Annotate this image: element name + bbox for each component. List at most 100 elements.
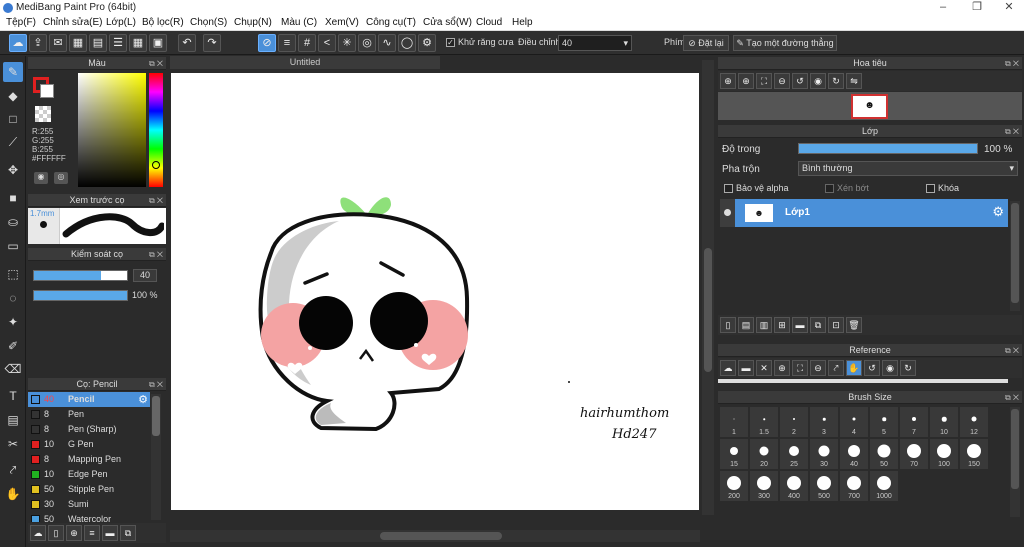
fit-window-icon[interactable]: ⛶ bbox=[756, 73, 772, 89]
brush-new-icon[interactable]: ▯ bbox=[48, 525, 64, 541]
menu-capture[interactable]: Chụp(N) bbox=[234, 17, 272, 28]
eraser-tool-icon[interactable]: ◆ bbox=[3, 86, 23, 106]
cloud-icon[interactable]: ☁ bbox=[9, 34, 27, 52]
bucket-tool-icon[interactable]: ⛀ bbox=[3, 212, 23, 232]
brush-item[interactable]: 8 Pen bbox=[28, 407, 150, 422]
brush-item[interactable]: 10 Edge Pen bbox=[28, 467, 150, 482]
reference-fit-icon[interactable]: ⛶ bbox=[792, 360, 808, 376]
brush-size-cell[interactable]: 2 bbox=[780, 407, 808, 437]
ellipse-snap-icon[interactable]: ◯ bbox=[398, 34, 416, 52]
background-color-swatch[interactable] bbox=[40, 84, 54, 98]
brush-add-icon[interactable]: ⊕ bbox=[66, 525, 82, 541]
minimize-button[interactable]: – bbox=[928, 0, 958, 16]
panel-controls-icon[interactable]: ⧉ ✕ bbox=[149, 378, 163, 391]
brush-size-cell[interactable]: 400 bbox=[780, 471, 808, 501]
brush-item[interactable]: 50 Watercolor bbox=[28, 512, 150, 522]
zoom-fit-icon[interactable]: ⊕ bbox=[738, 73, 754, 89]
rotate-reset-icon[interactable]: ◉ bbox=[810, 73, 826, 89]
brush-cloud-icon[interactable]: ☁ bbox=[30, 525, 46, 541]
brush-item[interactable]: 50 Stipple Pen bbox=[28, 482, 150, 497]
flip-icon[interactable]: ⇋ bbox=[846, 73, 862, 89]
brush-size-value[interactable]: 40 bbox=[133, 269, 157, 282]
restore-button[interactable]: ❐ bbox=[962, 0, 992, 16]
magic-wand-icon[interactable]: ✦ bbox=[3, 312, 23, 332]
panel-controls-icon[interactable]: ⧉ ✕ bbox=[1005, 125, 1019, 138]
select-tool-icon[interactable]: ⬚ bbox=[3, 264, 23, 284]
cross-snap-icon[interactable]: # bbox=[298, 34, 316, 52]
brush-size-cell[interactable]: 20 bbox=[750, 439, 778, 469]
brush-size-cell[interactable]: 15 bbox=[720, 439, 748, 469]
delete-layer-icon[interactable]: 🗑 bbox=[846, 317, 862, 333]
redo-icon[interactable]: ↷ bbox=[203, 34, 221, 52]
new-layer-1bit-icon[interactable]: ▥ bbox=[756, 317, 772, 333]
merge-layer-icon[interactable]: ⊡ bbox=[828, 317, 844, 333]
brush-size-cell[interactable]: 700 bbox=[840, 471, 868, 501]
rotate-right-icon[interactable]: ↻ bbox=[828, 73, 844, 89]
divide-tool-icon[interactable]: ✂ bbox=[3, 434, 23, 454]
panel-controls-icon[interactable]: ⧉ ✕ bbox=[149, 248, 163, 261]
curve-snap-icon[interactable]: ∿ bbox=[378, 34, 396, 52]
move-tool-icon[interactable]: ✥ bbox=[3, 160, 23, 180]
brush-size-cell[interactable]: 1000 bbox=[870, 471, 898, 501]
canvas-hscrollbar[interactable] bbox=[170, 530, 700, 542]
reference-rotate-right-icon[interactable]: ↻ bbox=[900, 360, 916, 376]
brush-item[interactable]: 8 Pen (Sharp) bbox=[28, 422, 150, 437]
brush-size-cell[interactable]: 12 bbox=[960, 407, 988, 437]
lock-checkbox[interactable]: Khóa bbox=[926, 183, 959, 194]
brush-size-cell[interactable]: 10 bbox=[930, 407, 958, 437]
reference-close-icon[interactable]: ✕ bbox=[756, 360, 772, 376]
brush-size-cell[interactable]: 5 bbox=[870, 407, 898, 437]
navigator-preview[interactable]: ☻ bbox=[718, 92, 1022, 120]
panel-controls-icon[interactable]: ⧉ ✕ bbox=[149, 194, 163, 207]
reference-hand-icon[interactable]: ✋ bbox=[846, 360, 862, 376]
menu-tools[interactable]: Công cụ(T) bbox=[366, 17, 416, 28]
brush-size-cell[interactable]: 100 bbox=[930, 439, 958, 469]
layer-visibility-icon[interactable] bbox=[724, 209, 731, 216]
clipping-checkbox[interactable]: Xén bớt bbox=[825, 183, 869, 194]
saturation-value-picker[interactable] bbox=[78, 73, 146, 187]
select-eraser-icon[interactable]: ⌫ bbox=[3, 359, 23, 379]
settings-snap-icon[interactable]: ⚙ bbox=[418, 34, 436, 52]
brush-size-scrollbar[interactable] bbox=[1010, 407, 1020, 517]
reference-rotate-left-icon[interactable]: ↺ bbox=[864, 360, 880, 376]
gradient-tool-icon[interactable]: ▭ bbox=[3, 236, 23, 256]
parallel-snap-icon[interactable]: ≡ bbox=[278, 34, 296, 52]
menu-help[interactable]: Help bbox=[512, 17, 533, 28]
circle-snap-icon[interactable]: ◎ bbox=[358, 34, 376, 52]
brush-size-cell[interactable]: 25 bbox=[780, 439, 808, 469]
brush-item[interactable]: 30 Sumi bbox=[28, 497, 150, 512]
new-layer-icon[interactable]: ▯ bbox=[720, 317, 736, 333]
table-icon[interactable]: ▦ bbox=[129, 34, 147, 52]
reference-zoom-out-icon[interactable]: ⊖ bbox=[810, 360, 826, 376]
reference-cloud-icon[interactable]: ☁ bbox=[720, 360, 736, 376]
panel-controls-icon[interactable]: ⧉ ✕ bbox=[1005, 391, 1019, 404]
menu-color[interactable]: Màu (C) bbox=[281, 17, 317, 28]
grid-icon[interactable]: ▦ bbox=[69, 34, 87, 52]
canvas-vscrollbar[interactable] bbox=[702, 60, 714, 515]
brush-folder-icon[interactable]: ▬ bbox=[102, 525, 118, 541]
panel-icon[interactable]: ▣ bbox=[149, 34, 167, 52]
menu-select[interactable]: Chọn(S) bbox=[190, 17, 227, 28]
gear-icon[interactable]: ⚙ bbox=[992, 204, 1004, 220]
layer-row[interactable]: ☻ Lớp1 ⚙ bbox=[720, 199, 1008, 227]
vanish-snap-icon[interactable]: < bbox=[318, 34, 336, 52]
menu-window[interactable]: Cửa sổ(W) bbox=[423, 17, 472, 28]
panel-controls-icon[interactable]: ⧉ ✕ bbox=[1005, 57, 1019, 70]
brush-size-slider[interactable] bbox=[33, 270, 128, 281]
brush-size-cell[interactable]: 50 bbox=[870, 439, 898, 469]
menu-cloud[interactable]: Cloud bbox=[476, 17, 502, 28]
brush-size-cell[interactable]: 7 bbox=[900, 407, 928, 437]
rotate-left-icon[interactable]: ↺ bbox=[792, 73, 808, 89]
lasso-tool-icon[interactable]: ◌ bbox=[3, 288, 23, 308]
layer-folder-icon[interactable]: ▬ bbox=[792, 317, 808, 333]
transparent-color-swatch[interactable] bbox=[35, 106, 51, 122]
antialias-checkbox[interactable]: ✓ Khử răng cưa bbox=[446, 37, 514, 48]
add-layer-menu-icon[interactable]: ⊞ bbox=[774, 317, 790, 333]
brush-item[interactable]: 40 Pencil ⚙ bbox=[28, 392, 150, 407]
straight-line-button[interactable]: ✎ Tạo một đường thẳng bbox=[733, 35, 837, 51]
reference-rotate-reset-icon[interactable]: ◉ bbox=[882, 360, 898, 376]
brush-size-cell[interactable]: 300 bbox=[750, 471, 778, 501]
share-icon[interactable]: ⇪ bbox=[29, 34, 47, 52]
menu-layer[interactable]: Lớp(L) bbox=[106, 17, 136, 28]
brush-size-cell[interactable]: 150 bbox=[960, 439, 988, 469]
